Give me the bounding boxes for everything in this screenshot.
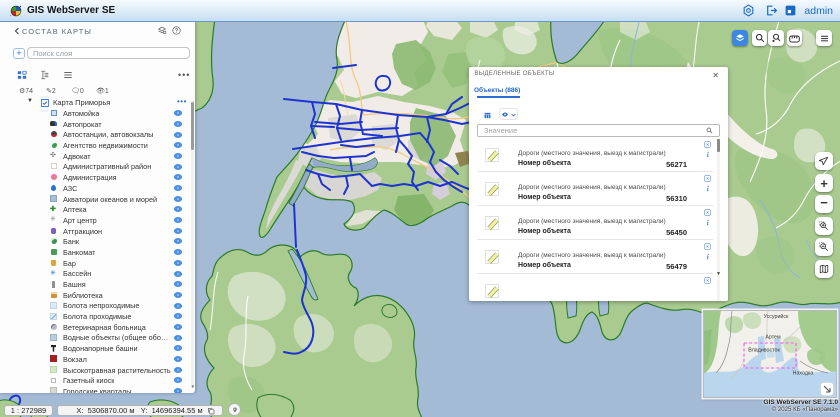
svg-text:Находка: Находка: [793, 371, 814, 377]
svg-text:Артем: Артем: [765, 335, 781, 341]
svg-text:Уссурийск: Уссурийск: [764, 313, 789, 320]
svg-text:Владивосток: Владивосток: [748, 348, 780, 354]
